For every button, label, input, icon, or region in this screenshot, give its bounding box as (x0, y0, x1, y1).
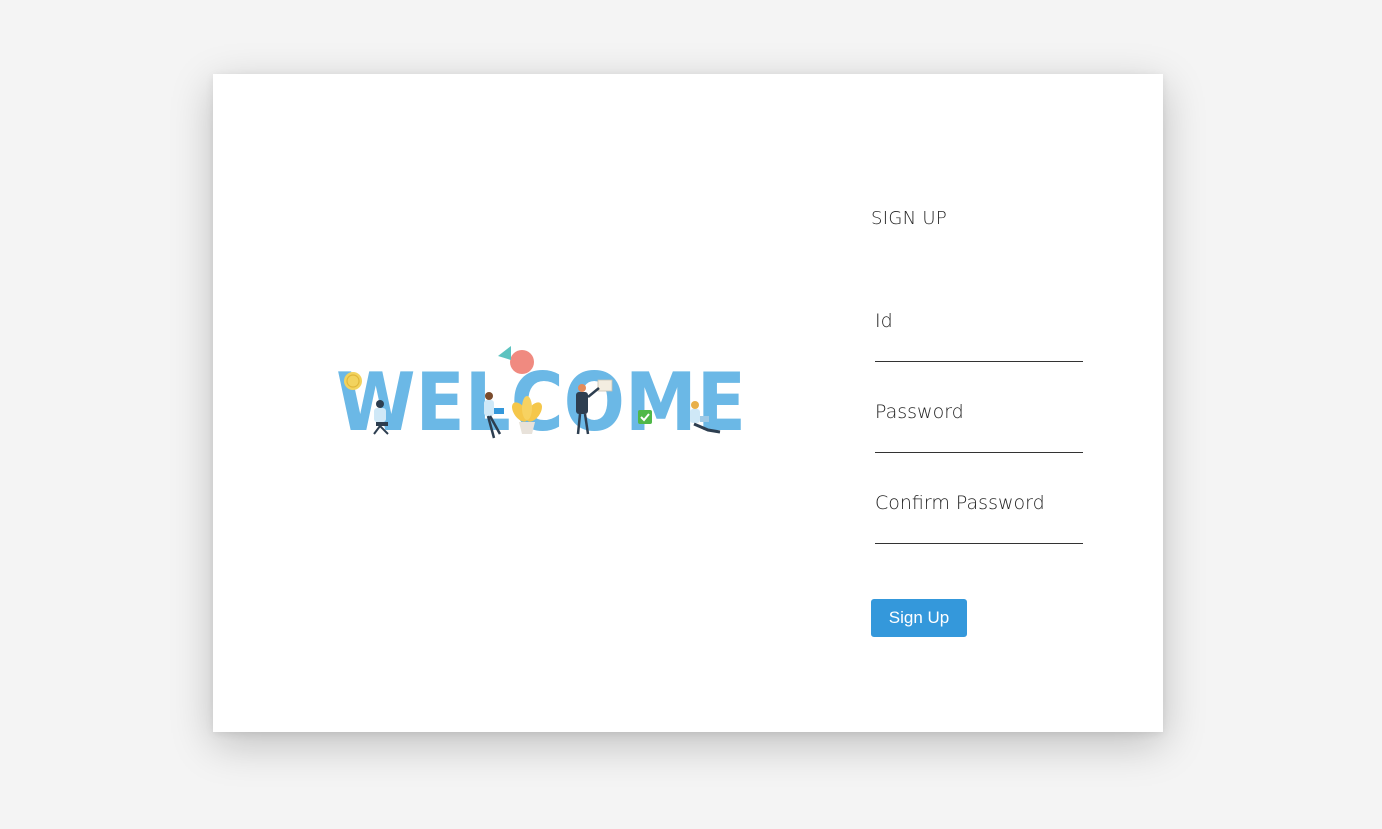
signup-card: WELCOME SIGN UP Id Password Confirm Pass… (213, 74, 1163, 732)
password-input[interactable] (875, 431, 1083, 453)
confirm-password-field-group: Confirm Password (875, 492, 1083, 544)
id-field-group: Id (875, 310, 1083, 362)
confirm-password-label: Confirm Password (875, 492, 1045, 514)
welcome-graphic: WELCOME (336, 346, 746, 442)
form-title: SIGN UP (871, 208, 947, 229)
password-label: Password (875, 401, 964, 423)
signup-form: SIGN UP Id Password Confirm Password Sig… (871, 74, 1111, 732)
password-field-group: Password (875, 401, 1083, 453)
id-input[interactable] (875, 340, 1083, 362)
coin-icon (344, 372, 362, 390)
welcome-word: WELCOME (336, 356, 746, 442)
welcome-illustration: WELCOME (336, 342, 756, 442)
sign-up-button[interactable]: Sign Up (871, 599, 967, 637)
id-label: Id (875, 310, 893, 332)
checkmark-icon (638, 410, 652, 424)
confirm-password-input[interactable] (875, 522, 1083, 544)
